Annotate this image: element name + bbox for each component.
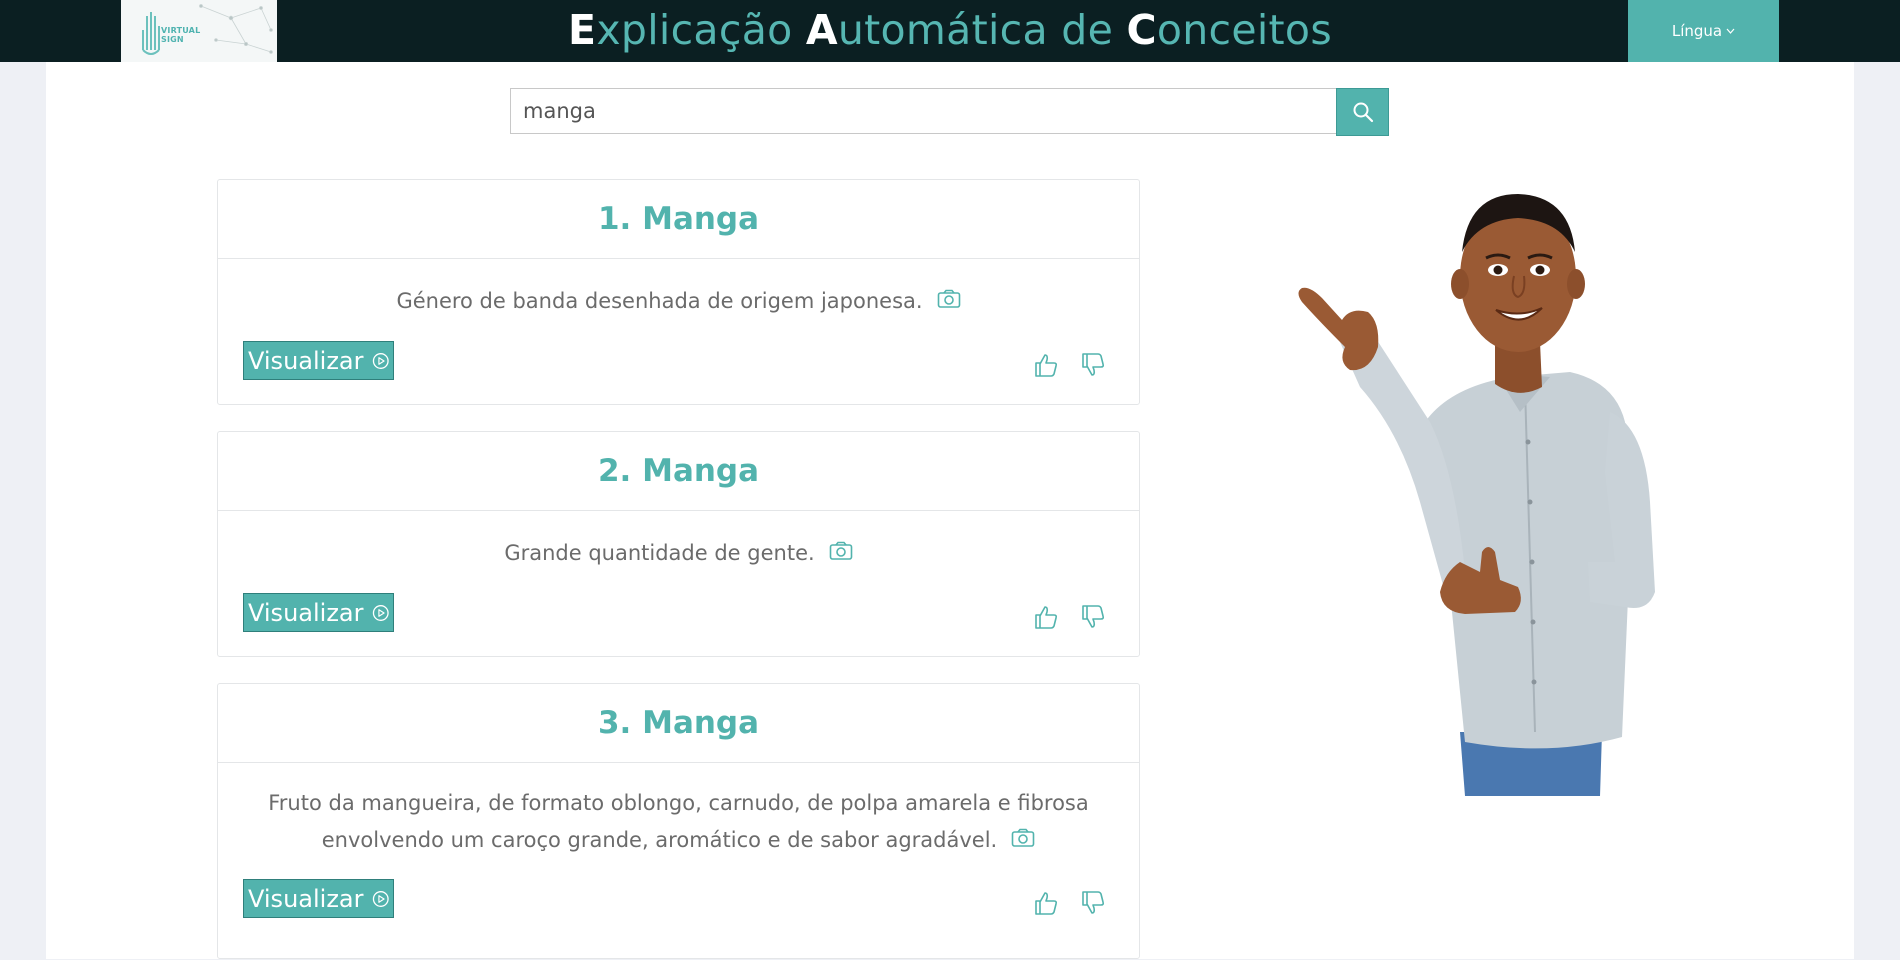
play-circle-icon [372, 604, 389, 621]
result-card: 3. Manga Fruto da mangueira, de formato … [217, 683, 1140, 959]
result-definition: Grande quantidade de gente. [218, 511, 1139, 572]
title-part: A [805, 6, 838, 54]
result-definition: Género de banda desenhada de origem japo… [218, 259, 1139, 320]
result-title: 3. Manga [597, 705, 760, 741]
camera-icon[interactable] [1011, 828, 1035, 848]
title-part: C [1126, 6, 1157, 54]
definition-text: Fruto da mangueira, de formato oblongo, … [268, 791, 1089, 815]
thumbs-down-icon[interactable] [1080, 604, 1106, 630]
visualizar-button[interactable]: Visualizar [243, 341, 394, 380]
definition-text: envolvendo um caroço grande, aromático e… [321, 828, 998, 852]
title-part: utomática de [837, 6, 1127, 54]
sign-language-avatar [1298, 194, 1655, 796]
title-part: xplicação [596, 6, 806, 54]
result-card-body: Género de banda desenhada de origem japo… [218, 259, 1139, 406]
visualizar-label: Visualizar [248, 884, 364, 913]
search-icon [1353, 102, 1373, 123]
top-navbar: VIRTUAL SIGN Explicação Automática de Co… [0, 0, 1900, 62]
thumbs-down-icon[interactable] [1080, 352, 1106, 378]
play-circle-icon [372, 352, 389, 369]
definition-text: Género de banda desenhada de origem japo… [396, 289, 923, 313]
result-card: 2. Manga Grande quantidade de gente. Vis… [217, 431, 1140, 657]
result-definition: Fruto da mangueira, de formato oblongo, … [218, 763, 1139, 859]
search-input[interactable] [510, 88, 1336, 134]
thumbs-up-icon[interactable] [1033, 890, 1059, 916]
play-circle-icon [372, 890, 389, 907]
result-title: 1. Manga [597, 201, 760, 237]
result-card-header: 3. Manga [218, 684, 1139, 763]
definition-text: Grande quantidade de gente. [504, 541, 815, 565]
result-card: 1. Manga Género de banda desenhada de or… [217, 179, 1140, 405]
thumbs-up-icon[interactable] [1033, 604, 1059, 630]
title-part: E [568, 6, 597, 54]
result-card-header: 2. Manga [218, 432, 1139, 511]
thumbs-up-icon[interactable] [1033, 352, 1059, 378]
result-card-body: Fruto da mangueira, de formato oblongo, … [218, 763, 1139, 960]
result-title: 2. Manga [597, 453, 760, 489]
visualizar-label: Visualizar [248, 598, 364, 627]
thumbs-down-icon[interactable] [1080, 890, 1106, 916]
search-button[interactable] [1336, 88, 1389, 136]
camera-icon[interactable] [937, 289, 961, 309]
chevron-down-icon [1726, 28, 1735, 34]
visualizar-button[interactable]: Visualizar [243, 879, 394, 918]
result-card-header: 1. Manga [218, 180, 1139, 259]
title-part: onceitos [1156, 6, 1332, 54]
visualizar-label: Visualizar [248, 346, 364, 375]
language-dropdown[interactable]: Língua [1628, 0, 1779, 62]
language-label: Língua [1671, 22, 1723, 40]
visualizar-button[interactable]: Visualizar [243, 593, 394, 632]
page-title: Explicação Automática de Conceitos [0, 6, 1900, 54]
camera-icon[interactable] [829, 541, 853, 561]
result-card-body: Grande quantidade de gente. Visualizar [218, 511, 1139, 658]
